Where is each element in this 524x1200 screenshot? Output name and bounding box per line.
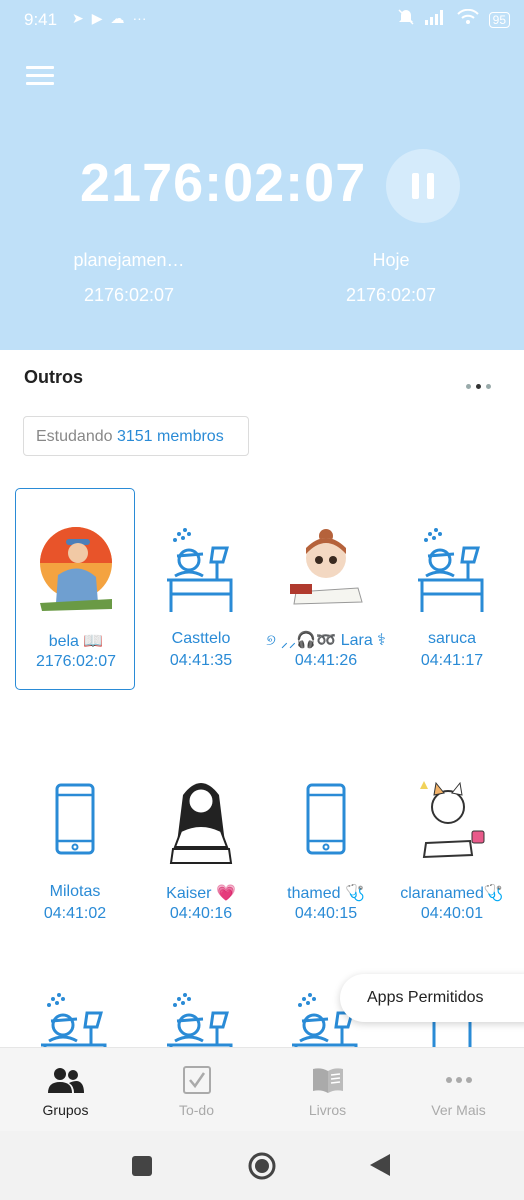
allowed-apps-button[interactable]: Apps Permitidos [340, 974, 524, 1022]
member-card[interactable]: thamed 🩺 04:40:15 [266, 741, 386, 943]
phone-icon [286, 771, 366, 871]
member-card[interactable]: Milotas 04:41:02 [15, 741, 135, 943]
timer-header: 9:41 ➤ ▶ ☁ ··· 95 2176:02:07 planejamen…… [0, 0, 524, 350]
cat-reading-illustration [412, 771, 492, 871]
signal-icon [424, 9, 447, 30]
tab-ver-mais-label: Ver Mais [431, 1102, 486, 1118]
book-icon [262, 1064, 393, 1096]
girl-studying-illustration [286, 518, 366, 618]
tab-grupos[interactable]: Grupos [0, 1064, 131, 1118]
system-icons: 95 [397, 8, 510, 31]
pause-icon [412, 173, 419, 199]
desk-study-icon [412, 518, 492, 618]
member-study-time: 2176:02:07 [35, 653, 117, 670]
menu-icon[interactable] [26, 66, 54, 86]
system-nav-bar [0, 1131, 524, 1200]
battery-icon: 95 [488, 11, 510, 28]
member-card[interactable]: bela 📖 2176:02:07 [15, 488, 135, 690]
subject-time: 2176:02:07 [83, 285, 175, 305]
home-button[interactable] [247, 1151, 277, 1186]
member-card[interactable]: saruca 04:41:17 [392, 488, 512, 690]
tab-livros-label: Livros [308, 1102, 347, 1118]
member-name: bela 📖 [48, 633, 104, 650]
status-time: 9:41 [24, 10, 58, 29]
today-time: 2176:02:07 [345, 285, 437, 305]
back-button[interactable] [369, 1153, 391, 1182]
tab-ver-mais[interactable]: Ver Mais [393, 1064, 524, 1118]
member-name: Casttelo [171, 630, 231, 647]
studying-count-chip[interactable]: Estudando 3151 membros [23, 416, 249, 456]
member-card[interactable]: ୭ ⸝⸝🎧➿ Lara ⚕ 04:41:26 [266, 488, 386, 690]
section-title: Outros [24, 367, 84, 387]
more-options-icon[interactable] [466, 384, 491, 389]
mute-icon [397, 8, 415, 31]
tab-grupos-label: Grupos [42, 1102, 89, 1118]
member-study-time: 04:40:01 [420, 905, 484, 922]
member-study-time: 04:40:15 [294, 905, 358, 922]
tab-livros[interactable]: Livros [262, 1064, 393, 1118]
recents-button[interactable] [131, 1155, 153, 1182]
member-card[interactable]: claranamed🩺 04:40:01 [392, 741, 512, 943]
anime-girl-reading-illustration [161, 771, 241, 871]
bottom-tab-bar: Grupos To-do Livros Ver Mais [0, 1047, 524, 1132]
subject-label: planejamen… [73, 250, 185, 270]
telegram-icon: ➤ [72, 10, 84, 26]
member-study-time: 04:41:35 [169, 652, 233, 669]
member-name: Milotas [49, 883, 101, 900]
member-card[interactable]: Kaiser 💗 04:40:16 [141, 741, 261, 943]
member-study-time: 04:40:16 [169, 905, 233, 922]
tab-todo[interactable]: To-do [131, 1064, 262, 1118]
play-icon: ▶ [91, 10, 103, 26]
member-study-time: 04:41:02 [43, 905, 107, 922]
desk-study-icon [161, 518, 241, 618]
member-name: thamed 🩺 [287, 885, 365, 902]
tab-todo-label: To-do [178, 1102, 215, 1118]
today-label: Hoje [372, 250, 410, 270]
member-name: saruca [427, 630, 477, 647]
checkbox-icon [131, 1064, 262, 1096]
chip-count: 3151 membros [116, 428, 224, 445]
member-study-time: 04:41:26 [294, 652, 358, 669]
pause-button[interactable] [386, 149, 460, 223]
phone-icon [35, 771, 115, 871]
member-study-time: 04:41:17 [420, 652, 484, 669]
member-name: claranamed🩺 [400, 885, 504, 902]
cloud-icon: ☁ [110, 10, 125, 26]
nurse-illustration [36, 519, 116, 619]
main-timer: 2176:02:07 [80, 153, 367, 213]
member-name: Kaiser 💗 [166, 885, 236, 902]
member-name: ୭ ⸝⸝🎧➿ Lara ⚕ [266, 632, 386, 649]
chip-prefix: Estudando [36, 428, 113, 445]
status-bar: 9:41 ➤ ▶ ☁ ··· 95 [0, 0, 524, 38]
wifi-icon [456, 8, 479, 30]
group-icon [0, 1064, 131, 1096]
subject-stat: planejamen… 2176:02:07 [64, 250, 194, 306]
today-stat: Hoje 2176:02:07 [326, 250, 456, 306]
more-notifications-icon: ··· [132, 10, 147, 26]
more-dots-icon [393, 1064, 524, 1096]
notification-icons: ➤ ▶ ☁ ··· [72, 10, 147, 27]
member-card[interactable]: Casttelo 04:41:35 [141, 488, 261, 690]
